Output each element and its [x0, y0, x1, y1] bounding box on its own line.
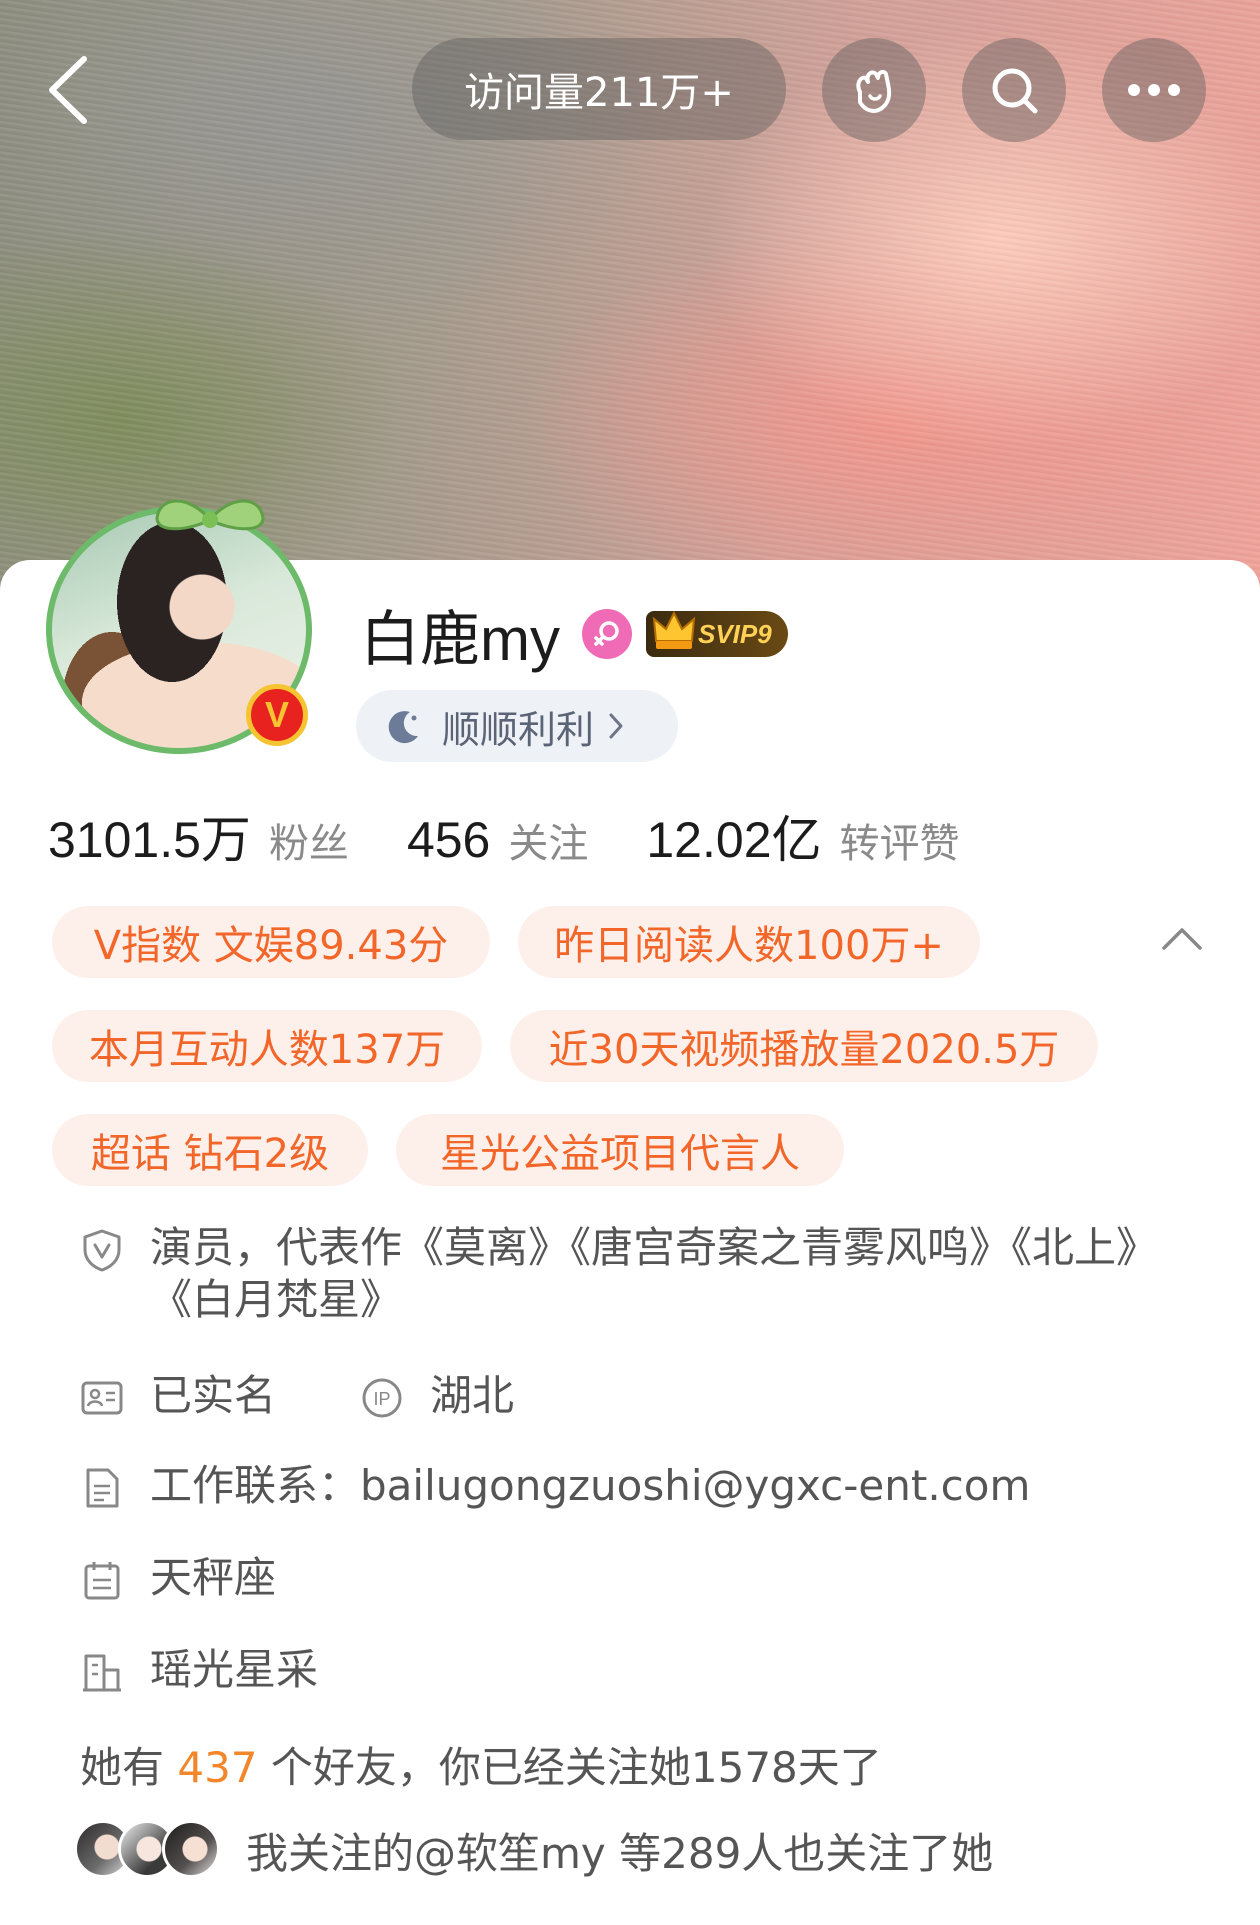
- bio-text: 演员，代表作《莫离》《唐宫奇案之青雾风鸣》《北上》《白月梵星》: [150, 1223, 1138, 1324]
- ip-location-icon: IP: [362, 1378, 402, 1418]
- building-icon: [83, 1654, 121, 1692]
- real-name-status: 已实名: [150, 1371, 277, 1420]
- female-gender-icon: [581, 609, 632, 659]
- wave-button[interactable]: [822, 38, 926, 142]
- friends-summary: 她有 437 个好友，你已经关注她1578天了: [80, 1734, 882, 1795]
- following-label: 关注: [508, 821, 589, 867]
- tag-charity-ambassador[interactable]: 星光公益项目代言人: [396, 1114, 844, 1186]
- chevron-up-icon: [1162, 928, 1202, 950]
- friends-suffix: 个好友，你已经关注她1578天了: [257, 1743, 882, 1792]
- tag-v-index[interactable]: V指数 文娱89.43分: [52, 906, 490, 978]
- avatar-container[interactable]: V: [40, 490, 330, 760]
- tag-monthly-interactions[interactable]: 本月互动人数137万: [52, 1010, 482, 1082]
- ip-location: 湖北: [430, 1371, 515, 1420]
- search-button[interactable]: [962, 38, 1066, 142]
- more-icon: [1128, 84, 1180, 96]
- mutual-follows-row[interactable]: 我关注的@软笙my 等289人也关注了她: [74, 1818, 993, 1882]
- followers-stat[interactable]: 3101.5万 粉丝: [48, 800, 349, 872]
- wave-hand-icon: [856, 69, 892, 113]
- visits-label: 访问量211万+: [464, 70, 734, 116]
- calendar-icon: [84, 1562, 120, 1600]
- shield-v-icon: [83, 1229, 121, 1272]
- following-stat[interactable]: 456 关注: [407, 811, 588, 869]
- bow-decoration-icon: [155, 499, 265, 531]
- company-row: 瑶光星采: [80, 1644, 318, 1696]
- followers-count: 3101.5万: [48, 812, 251, 868]
- followers-label: 粉丝: [268, 821, 349, 867]
- likes-label: 转评赞: [839, 821, 960, 867]
- company-name[interactable]: 瑶光星采: [150, 1644, 318, 1696]
- ip-location-group: IP 湖北: [360, 1370, 514, 1422]
- likes-stat[interactable]: 12.02亿 转评赞: [646, 800, 959, 872]
- tag-super-topic[interactable]: 超话 钻石2级: [52, 1114, 368, 1186]
- mutual-follows-text: 我关注的@软笙my 等289人也关注了她: [246, 1828, 994, 1878]
- zodiac-row: 天秤座: [80, 1552, 276, 1604]
- document-icon: [86, 1468, 119, 1508]
- identity-row: 已实名 IP 湖北: [80, 1370, 514, 1422]
- chevron-right-icon: [609, 713, 623, 739]
- moon-icon: [388, 711, 418, 744]
- username: 白鹿my: [360, 605, 560, 673]
- bio-row: 演员，代表作《莫离》《唐宫奇案之青雾风鸣》《北上》《白月梵星》: [80, 1222, 1150, 1326]
- crown-icon: [652, 610, 696, 649]
- zodiac-sign: 天秤座: [150, 1553, 277, 1602]
- svip-label: SVIP9: [697, 618, 772, 649]
- friends-prefix: 她有: [80, 1743, 178, 1792]
- top-bar: 访问量211万+: [0, 0, 1260, 180]
- stats-row: 3101.5万 粉丝 456 关注 12.02亿 转评赞: [48, 800, 1018, 872]
- visits-count-pill[interactable]: 访问量211万+: [412, 38, 786, 140]
- work-contact[interactable]: 工作联系：bailugongzuoshi@ygxc-ent.com: [150, 1460, 1030, 1512]
- chevron-left-icon: [49, 56, 87, 124]
- friends-count[interactable]: 437: [177, 1743, 257, 1792]
- search-icon: [992, 68, 1038, 114]
- verified-v-badge: V: [246, 684, 308, 746]
- svg-text:IP: IP: [374, 1389, 391, 1409]
- svip-badge[interactable]: SVIP9: [645, 610, 788, 657]
- likes-count: 12.02亿: [646, 812, 822, 868]
- tag-daily-readers[interactable]: 昨日阅读人数100万+: [518, 906, 980, 978]
- tag-video-plays[interactable]: 近30天视频播放量2020.5万: [510, 1010, 1098, 1082]
- mood-status-pill[interactable]: 顺顺利利: [356, 690, 678, 762]
- mood-text: 顺顺利利: [442, 707, 595, 752]
- collapse-tags-button[interactable]: [1158, 918, 1206, 958]
- following-count: 456: [406, 812, 491, 868]
- id-card-icon: [81, 1381, 123, 1415]
- mutual-avatars: [74, 1818, 224, 1882]
- back-button[interactable]: [36, 48, 100, 132]
- work-contact-row: 工作联系：bailugongzuoshi@ygxc-ent.com: [80, 1460, 1030, 1512]
- more-button[interactable]: [1102, 38, 1206, 142]
- name-row: 白鹿my SVIP9: [360, 596, 788, 673]
- mutual-avatar: [162, 1820, 220, 1878]
